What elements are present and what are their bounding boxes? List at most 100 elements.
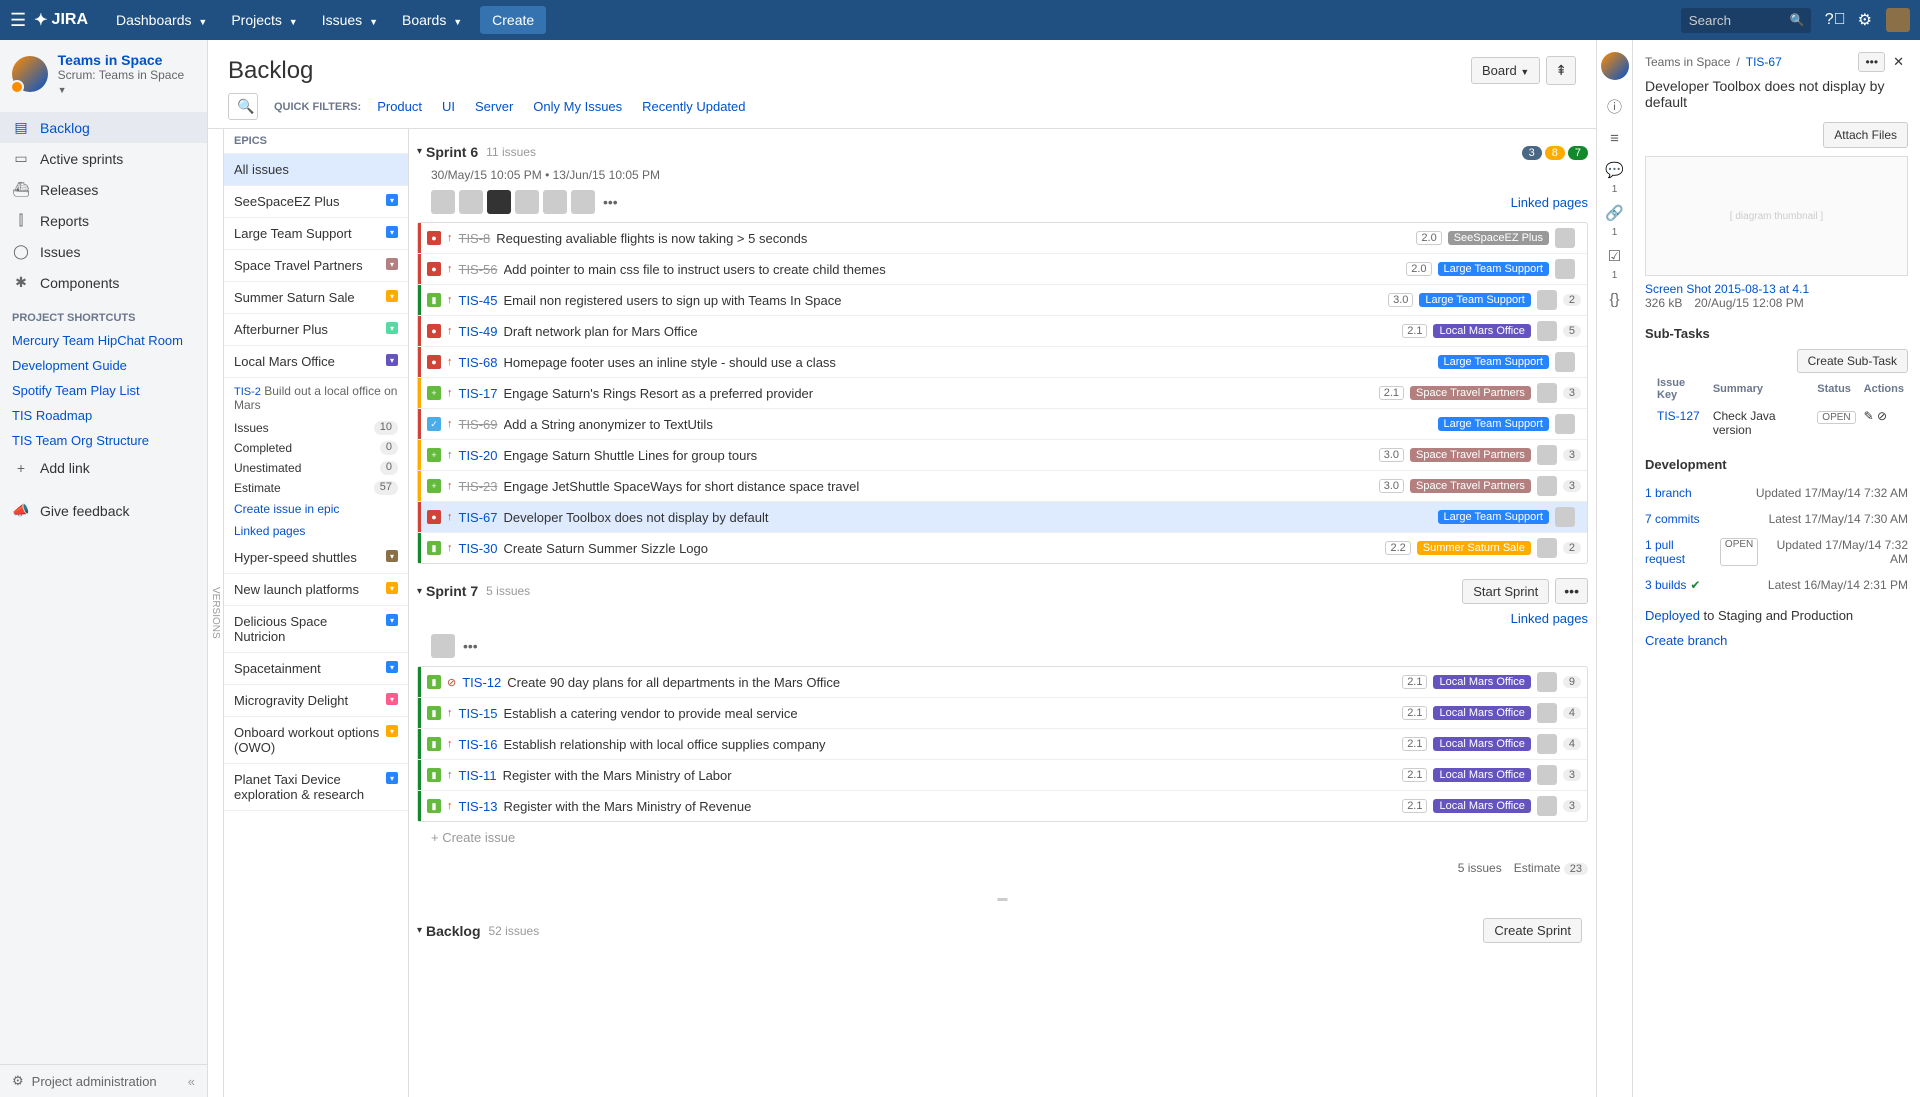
epic-link[interactable]: Linked pages [224, 520, 408, 542]
versions-panel-toggle[interactable]: VERSIONS [208, 129, 224, 1097]
assignee-avatar[interactable] [459, 190, 483, 214]
create-sprint-button[interactable]: Create Sprint [1483, 918, 1582, 943]
jira-logo[interactable]: ✦JIRA [34, 10, 88, 30]
edit-icon[interactable]: ✎ [1864, 409, 1874, 423]
project-name[interactable]: Teams in Space [58, 52, 195, 68]
epic-tag[interactable]: Local Mars Office [1433, 768, 1530, 782]
epic-tag[interactable]: Local Mars Office [1433, 706, 1530, 720]
issue-row[interactable]: ▮ ↑ TIS-16 Establish relationship with l… [418, 729, 1587, 760]
assignee-avatar[interactable] [1555, 414, 1575, 434]
assignee-avatar[interactable] [1537, 538, 1557, 558]
issue-row[interactable]: ▮ ↑ TIS-15 Establish a catering vendor t… [418, 698, 1587, 729]
assignee-avatar[interactable] [1537, 672, 1557, 692]
assignee-avatar[interactable] [431, 634, 455, 658]
delete-icon[interactable]: ⊘ [1877, 409, 1887, 423]
sidebar-item-reports[interactable]: ⫿Reports [0, 205, 207, 236]
search-icon[interactable]: 🔍 [1790, 13, 1805, 27]
issue-row[interactable]: ▮ ↑ TIS-45 Email non registered users to… [418, 285, 1587, 316]
shortcut-link[interactable]: Development Guide [0, 353, 207, 378]
issue-row[interactable]: + ↑ TIS-23 Engage JetShuttle SpaceWays f… [418, 471, 1587, 502]
shortcut-link[interactable]: Mercury Team HipChat Room [0, 328, 207, 353]
sidebar-item-backlog[interactable]: ▤Backlog [0, 112, 207, 143]
epic-all-issues[interactable]: All issues [224, 154, 408, 186]
quick-filter[interactable]: Recently Updated [642, 99, 745, 114]
epic-item[interactable]: Local Mars Office▾ [224, 346, 408, 378]
more-icon[interactable]: ••• [603, 194, 618, 210]
issue-row[interactable]: ● ↑ TIS-67 Developer Toolbox does not di… [418, 502, 1587, 533]
epic-tag[interactable]: Large Team Support [1438, 417, 1549, 431]
create-subtask-button[interactable]: Create Sub-Task [1797, 349, 1908, 373]
assignee-avatar[interactable] [1537, 765, 1557, 785]
help-icon[interactable]: ?⃝ [1825, 11, 1846, 29]
assignee-avatar[interactable] [1537, 796, 1557, 816]
assignee-avatar[interactable] [1537, 734, 1557, 754]
close-icon[interactable]: ✕ [1889, 52, 1908, 72]
issue-row[interactable]: ✓ ↑ TIS-69 Add a String anonymizer to Te… [418, 409, 1587, 440]
issue-key[interactable]: TIS-30 [459, 541, 498, 556]
sprint-toggle-icon[interactable]: ▾ [417, 146, 422, 157]
start-sprint-button[interactable]: Start Sprint [1462, 579, 1549, 604]
linked-pages-link[interactable]: Linked pages [1511, 611, 1588, 626]
assignee-avatar[interactable] [515, 190, 539, 214]
assignee-avatar[interactable] [1537, 703, 1557, 723]
epic-item[interactable]: Delicious Space Nutricion▾ [224, 606, 408, 653]
dev-link[interactable]: 7 commits [1645, 512, 1700, 526]
shortcut-link[interactable]: TIS Roadmap [0, 403, 207, 428]
quick-filter[interactable]: Server [475, 99, 513, 114]
create-branch-link[interactable]: Create branch [1645, 633, 1727, 648]
issue-key[interactable]: TIS-17 [459, 386, 498, 401]
settings-icon[interactable]: ⚙ [1858, 10, 1872, 30]
epic-tag[interactable]: Space Travel Partners [1410, 479, 1531, 493]
epic-item[interactable]: Onboard workout options (OWO)▾ [224, 717, 408, 764]
epic-tag[interactable]: Local Mars Office [1433, 675, 1530, 689]
epic-tag[interactable]: SeeSpaceEZ Plus [1448, 231, 1549, 245]
issue-row[interactable]: ● ↑ TIS-8 Requesting avaliable flights i… [418, 223, 1587, 254]
shortcut-link[interactable]: TIS Team Org Structure [0, 428, 207, 453]
dev-link[interactable]: 1 branch [1645, 486, 1692, 500]
nav-dashboards[interactable]: Dashboards ▼ [106, 6, 217, 34]
issue-key-link[interactable]: TIS-67 [1746, 55, 1782, 69]
assignee-avatar[interactable] [487, 190, 511, 214]
epic-item[interactable]: Microgravity Delight▾ [224, 685, 408, 717]
issue-key[interactable]: TIS-67 [459, 510, 498, 525]
assignee-avatar[interactable] [1537, 445, 1557, 465]
issue-row[interactable]: ● ↑ TIS-68 Homepage footer uses an inlin… [418, 347, 1587, 378]
issue-row[interactable]: ▮ ⊘ TIS-12 Create 90 day plans for all d… [418, 667, 1587, 698]
issue-key[interactable]: TIS-69 [459, 417, 498, 432]
epic-tag[interactable]: Large Team Support [1419, 293, 1530, 307]
add-link[interactable]: +Add link [0, 453, 207, 483]
subtask-key[interactable]: TIS-127 [1657, 409, 1700, 423]
dev-link[interactable]: 1 pull request [1645, 538, 1716, 566]
epic-tag[interactable]: Local Mars Office [1433, 737, 1530, 751]
epic-item[interactable]: Afterburner Plus▾ [224, 314, 408, 346]
sidebar-item-releases[interactable]: ⛴Releases [0, 174, 207, 205]
nav-issues[interactable]: Issues ▼ [312, 6, 388, 34]
sidebar-item-issues[interactable]: ◯Issues [0, 236, 207, 267]
dev-link[interactable]: 3 builds [1645, 578, 1686, 592]
comments-icon[interactable]: 💬 [1601, 156, 1629, 184]
issue-row[interactable]: ● ↑ TIS-49 Draft network plan for Mars O… [418, 316, 1587, 347]
quick-filter[interactable]: UI [442, 99, 455, 114]
epic-item[interactable]: Planet Taxi Device exploration & researc… [224, 764, 408, 811]
nav-projects[interactable]: Projects ▼ [221, 6, 307, 34]
issue-key[interactable]: TIS-20 [459, 448, 498, 463]
attachment-preview[interactable]: [ diagram thumbnail ] [1645, 156, 1908, 276]
create-button[interactable]: Create [480, 6, 546, 34]
shortcut-link[interactable]: Spotify Team Play List [0, 378, 207, 403]
issue-row[interactable]: ▮ ↑ TIS-30 Create Saturn Summer Sizzle L… [418, 533, 1587, 563]
epic-item[interactable]: Summer Saturn Sale▾ [224, 282, 408, 314]
epic-item[interactable]: Space Travel Partners▾ [224, 250, 408, 282]
epic-tag[interactable]: Large Team Support [1438, 262, 1549, 276]
sprint-toggle-icon[interactable]: ▾ [417, 925, 422, 936]
issue-key[interactable]: TIS-49 [459, 324, 498, 339]
assignee-avatar[interactable] [1537, 290, 1557, 310]
sprint-more-button[interactable]: ••• [1555, 578, 1588, 604]
breadcrumb[interactable]: Teams in Space [1645, 55, 1730, 69]
epic-tag[interactable]: Large Team Support [1438, 355, 1549, 369]
deployed-link[interactable]: Deployed [1645, 608, 1700, 623]
attach-files-button[interactable]: Attach Files [1823, 122, 1908, 148]
subtasks-icon[interactable]: ☑ [1601, 242, 1629, 270]
assignee-avatar[interactable] [1555, 228, 1575, 248]
info-icon[interactable]: ⓘ [1601, 92, 1629, 120]
assignee-avatar[interactable] [1537, 321, 1557, 341]
